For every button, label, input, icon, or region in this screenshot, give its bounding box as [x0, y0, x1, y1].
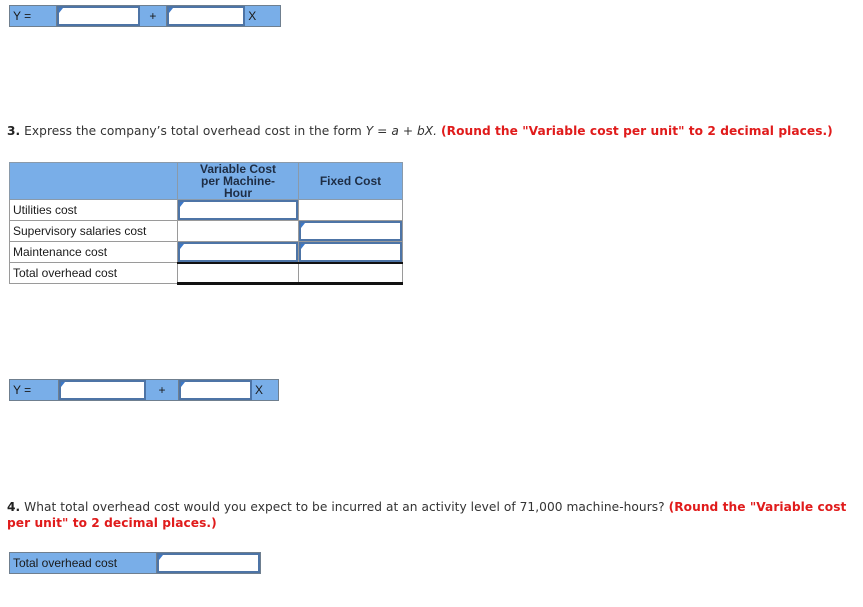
question-4-number: 4. [7, 500, 21, 514]
equation-row-2: Y = + X [9, 379, 279, 401]
maintenance-fixed-input[interactable] [301, 244, 400, 260]
table-header-row: Variable Cost per Machine-Hour Fixed Cos… [9, 162, 403, 200]
equation-row-1: Y = + X [9, 5, 281, 27]
table-row: Maintenance cost [9, 241, 403, 263]
table-row-total: Total overhead cost [9, 261, 403, 285]
maintenance-variable-input[interactable] [180, 244, 296, 260]
input-marker-icon [181, 382, 185, 387]
row-label: Supervisory salaries cost [9, 220, 178, 242]
maintenance-variable-input-wrapper[interactable] [178, 242, 298, 262]
row-label: Utilities cost [9, 199, 178, 221]
slope-input-2[interactable] [181, 383, 250, 399]
input-marker-icon [58, 8, 63, 13]
intercept-input-wrapper[interactable] [56, 6, 141, 26]
question-4: 4. What total overhead cost would you ex… [7, 499, 847, 531]
y-equals-label: Y = [10, 6, 57, 26]
total-overhead-answer-row: Total overhead cost [9, 552, 261, 574]
utilities-variable-input[interactable] [180, 202, 296, 218]
input-marker-icon [168, 8, 173, 13]
supervisory-fixed-input-wrapper[interactable] [299, 221, 402, 241]
question-3-number: 3. [7, 124, 21, 138]
utilities-variable-input-wrapper[interactable] [178, 200, 298, 220]
total-overhead-label: Total overhead cost [10, 553, 158, 573]
input-marker-icon [61, 382, 65, 387]
slope-input-wrapper[interactable] [166, 6, 246, 26]
input-marker-icon [180, 244, 184, 249]
total-overhead-input[interactable] [159, 556, 258, 572]
intercept-input-2[interactable] [61, 383, 144, 399]
slope-input-wrapper[interactable] [179, 380, 252, 400]
x-variable-label: X [248, 9, 257, 23]
input-marker-icon [159, 555, 164, 560]
maintenance-fixed-input-wrapper[interactable] [299, 242, 402, 262]
header-blank [9, 162, 178, 200]
question-3-instruction: (Round the "Variable cost per unit" to 2… [441, 124, 833, 138]
supervisory-variable-cell [177, 220, 299, 242]
total-overhead-input-wrapper[interactable] [157, 553, 260, 573]
x-variable-label: X [255, 383, 264, 397]
supervisory-fixed-cell[interactable] [298, 220, 403, 242]
utilities-fixed-cell [298, 199, 403, 221]
row-label: Maintenance cost [9, 241, 178, 263]
table-row: Utilities cost [9, 199, 403, 221]
input-marker-icon [301, 223, 305, 228]
plus-operator: + [146, 380, 179, 400]
slope-input[interactable] [168, 9, 244, 25]
total-fixed-cell [298, 261, 403, 285]
question-4-text: What total overhead cost would you expec… [20, 500, 669, 514]
header-fixed-cost: Fixed Cost [298, 162, 403, 200]
row-label: Total overhead cost [9, 262, 178, 284]
maintenance-variable-cell[interactable] [177, 241, 299, 263]
input-marker-icon [180, 202, 184, 207]
question-3-text: Express the company’s total overhead cos… [20, 124, 366, 138]
total-variable-cell [177, 261, 299, 285]
utilities-variable-cell[interactable] [177, 199, 299, 221]
header-variable-cost: Variable Cost per Machine-Hour [177, 162, 299, 200]
question-3: 3. Express the company’s total overhead … [7, 124, 833, 138]
y-equals-label: Y = [10, 380, 59, 400]
intercept-input[interactable] [58, 9, 139, 25]
supervisory-fixed-input[interactable] [301, 223, 400, 239]
table-row: Supervisory salaries cost [9, 220, 403, 242]
input-marker-icon [301, 244, 305, 249]
question-3-formula: Y = a + bX. [365, 124, 438, 138]
plus-operator: + [140, 6, 167, 26]
intercept-input-wrapper[interactable] [59, 380, 146, 400]
maintenance-fixed-cell[interactable] [298, 241, 403, 263]
overhead-cost-table: Variable Cost per Machine-Hour Fixed Cos… [9, 162, 403, 285]
